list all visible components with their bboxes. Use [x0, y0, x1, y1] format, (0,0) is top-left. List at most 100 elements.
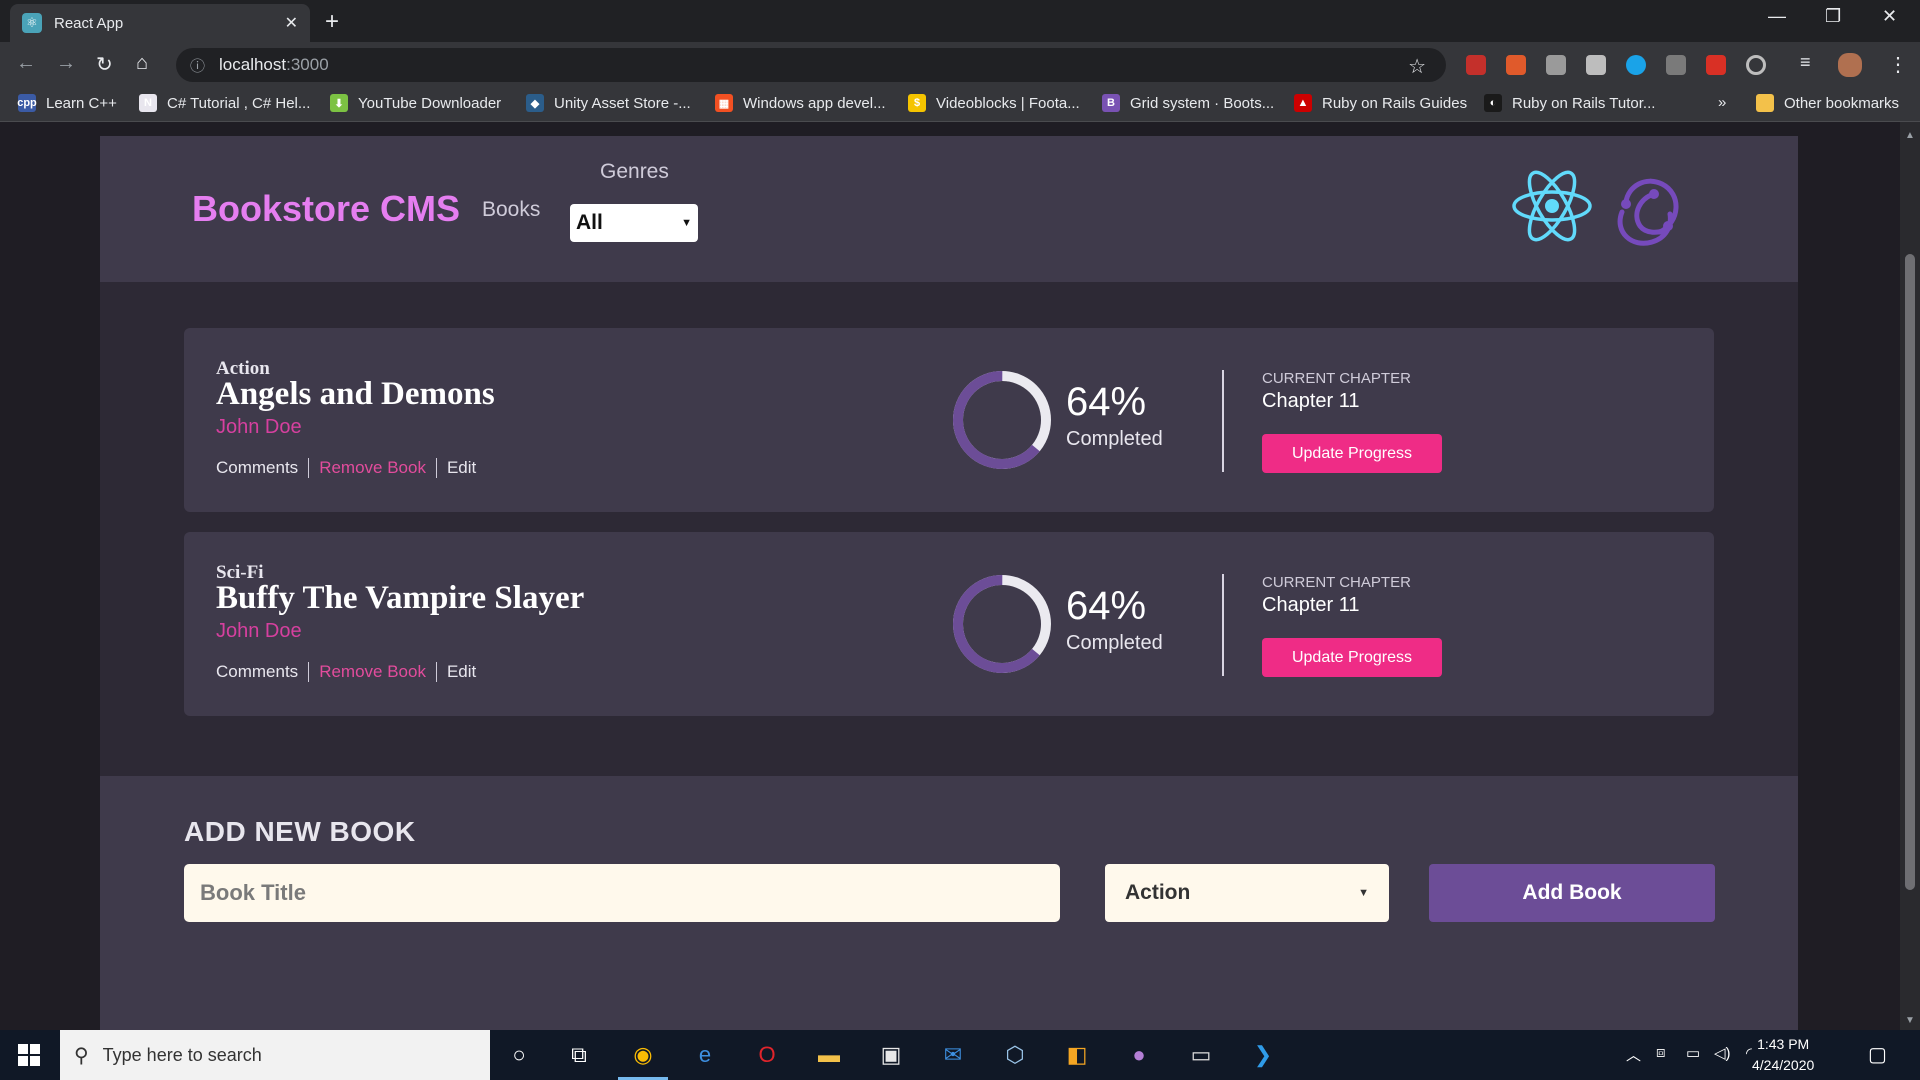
- home-icon[interactable]: ⌂: [136, 52, 148, 75]
- taskbar-search[interactable]: ⚲ Type here to search: [60, 1030, 490, 1080]
- bookmark-item[interactable]: ▲ Ruby on Rails Guides: [1294, 94, 1467, 112]
- extension-red-icon[interactable]: [1706, 55, 1726, 75]
- extension-k-icon[interactable]: [1546, 55, 1566, 75]
- tray-chevron-up-icon[interactable]: ︿: [1626, 1044, 1641, 1065]
- scrollbar-thumb[interactable]: [1905, 254, 1915, 890]
- task-view-icon[interactable]: ⧉: [564, 1040, 594, 1070]
- new-tab-button[interactable]: +: [325, 8, 339, 36]
- bookmark-item[interactable]: ▦ Windows app devel...: [715, 94, 886, 112]
- comments-button[interactable]: Comments: [216, 662, 298, 682]
- edit-button[interactable]: Edit: [447, 458, 476, 478]
- file-explorer-icon[interactable]: ▬: [814, 1040, 844, 1070]
- bookmark-favicon-icon: B: [1102, 94, 1120, 112]
- browser-tab[interactable]: ⚛ React App ✕: [10, 4, 310, 42]
- edit-button[interactable]: Edit: [447, 662, 476, 682]
- bookmark-item[interactable]: N C# Tutorial , C# Hel...: [139, 94, 310, 112]
- scroll-up-icon[interactable]: ▲: [1905, 130, 1915, 141]
- bookmark-item[interactable]: B Grid system · Boots...: [1102, 94, 1274, 112]
- office-extension-icon[interactable]: [1506, 55, 1526, 75]
- bookmark-label: Ruby on Rails Guides: [1322, 94, 1468, 112]
- page-scrollbar[interactable]: ▲ ▼: [1900, 122, 1920, 1030]
- vscode-taskbar-icon[interactable]: ❯: [1248, 1040, 1278, 1070]
- remove-book-button[interactable]: Remove Book: [319, 662, 426, 682]
- url-host: localhost: [219, 55, 287, 74]
- extension-bottle-icon[interactable]: [1666, 55, 1686, 75]
- other-bookmarks-folder[interactable]: Other bookmarks: [1756, 94, 1899, 112]
- progress-completed-label: Completed: [1066, 428, 1163, 450]
- start-button[interactable]: [0, 1030, 58, 1080]
- chevron-down-icon: ▼: [1358, 887, 1369, 899]
- forward-icon[interactable]: →: [56, 52, 76, 75]
- restore-icon[interactable]: ❐: [1825, 6, 1841, 27]
- progress-ring-fill: [953, 371, 1051, 469]
- book-card: Action Angels and Demons John Doe Commen…: [184, 328, 1714, 512]
- minimize-icon[interactable]: —: [1768, 6, 1786, 27]
- bookmark-label: Videoblocks | Foota...: [936, 94, 1080, 112]
- sublime-taskbar-icon[interactable]: ◧: [1062, 1040, 1092, 1070]
- site-info-icon[interactable]: ⓘ: [190, 55, 205, 76]
- book-title-input[interactable]: [184, 864, 1060, 922]
- bookmark-item[interactable]: ◐ Ruby on Rails Tutor...: [1484, 94, 1655, 112]
- cortana-icon[interactable]: ○: [504, 1040, 534, 1070]
- back-icon[interactable]: ←: [16, 52, 36, 75]
- book-author: John Doe: [216, 416, 302, 438]
- opera-taskbar-icon[interactable]: O: [752, 1040, 782, 1070]
- tab-close-icon[interactable]: ✕: [285, 13, 298, 33]
- bookstore-app: Bookstore CMS Books Genres All ▼ Action …: [100, 136, 1798, 1030]
- media-queue-icon[interactable]: ≡: [1800, 52, 1811, 73]
- category-select[interactable]: Action ▼: [1105, 864, 1389, 922]
- bookmark-item[interactable]: $ Videoblocks | Foota...: [908, 94, 1080, 112]
- dropbox-tray-icon[interactable]: ⧈: [1656, 1044, 1666, 1061]
- profile-avatar[interactable]: [1838, 53, 1862, 77]
- shield-extension-icon[interactable]: [1586, 55, 1606, 75]
- bookmark-star-icon[interactable]: ☆: [1408, 54, 1426, 79]
- store-taskbar-icon[interactable]: ▣: [876, 1040, 906, 1070]
- update-progress-button[interactable]: Update Progress: [1262, 638, 1442, 677]
- bookmark-item[interactable]: ⬇ YouTube Downloader: [330, 94, 501, 112]
- reload-icon[interactable]: ↻: [96, 52, 113, 77]
- current-chapter-value: Chapter 11: [1262, 390, 1360, 412]
- book-title: Buffy The Vampire Slayer: [216, 580, 585, 616]
- adblock-extension-icon[interactable]: [1466, 55, 1486, 75]
- wifi-icon[interactable]: ◜: [1746, 1044, 1752, 1062]
- clock-time: 1:43 PM: [1757, 1036, 1810, 1052]
- volume-icon[interactable]: ◁): [1714, 1044, 1731, 1062]
- bookmark-label: Grid system · Boots...: [1130, 94, 1275, 112]
- remove-book-button[interactable]: Remove Book: [319, 458, 426, 478]
- add-book-button[interactable]: Add Book: [1429, 864, 1715, 922]
- update-progress-button[interactable]: Update Progress: [1262, 434, 1442, 473]
- extension-target-icon[interactable]: [1746, 55, 1766, 75]
- action-divider: [435, 662, 437, 682]
- genre-filter-select[interactable]: All ▼: [570, 204, 698, 242]
- terminal-taskbar-icon[interactable]: ▭: [1186, 1040, 1216, 1070]
- edge-taskbar-icon[interactable]: e: [690, 1040, 720, 1070]
- chrome-taskbar-icon[interactable]: ◉: [618, 1040, 668, 1080]
- battery-icon[interactable]: ▭: [1686, 1044, 1700, 1062]
- bookmark-favicon-icon: ◆: [526, 94, 544, 112]
- browser-menu-icon[interactable]: ⋮: [1888, 52, 1908, 77]
- comments-button[interactable]: Comments: [216, 458, 298, 478]
- react-favicon-icon: ⚛: [22, 13, 42, 33]
- bookmarks-overflow-button[interactable]: »: [1718, 94, 1726, 111]
- scroll-down-icon[interactable]: ▼: [1905, 1015, 1915, 1026]
- c-extension-icon[interactable]: [1626, 55, 1646, 75]
- virtualbox-taskbar-icon[interactable]: ⬡: [1000, 1040, 1030, 1070]
- bookmark-item[interactable]: ◆ Unity Asset Store -...: [526, 94, 691, 112]
- bookmark-item[interactable]: cpp Learn C++: [17, 94, 117, 112]
- address-bar[interactable]: ⓘ localhost:3000 ☆: [176, 48, 1446, 82]
- react-logo-icon: [1512, 170, 1592, 242]
- taskbar-clock[interactable]: 1:43 PM 4/24/2020: [1752, 1034, 1814, 1076]
- brand-title[interactable]: Bookstore CMS: [192, 188, 460, 230]
- category-select-value: Action: [1125, 881, 1191, 904]
- browser-toolbar: ← → ↻ ⌂ ⓘ localhost:3000 ☆ ≡ ⋮: [0, 42, 1920, 88]
- action-center-icon[interactable]: ▢: [1868, 1042, 1887, 1067]
- tab-title: React App: [54, 14, 124, 32]
- github-desktop-icon[interactable]: ●: [1124, 1040, 1154, 1070]
- folder-icon: [1756, 94, 1774, 112]
- mail-taskbar-icon[interactable]: ✉: [938, 1040, 968, 1070]
- clock-date: 4/24/2020: [1752, 1057, 1815, 1073]
- book-actions: Comments Remove Book Edit: [216, 458, 476, 478]
- card-divider: [1222, 574, 1224, 676]
- window-close-icon[interactable]: ✕: [1882, 6, 1897, 27]
- nav-books-link[interactable]: Books: [482, 198, 540, 222]
